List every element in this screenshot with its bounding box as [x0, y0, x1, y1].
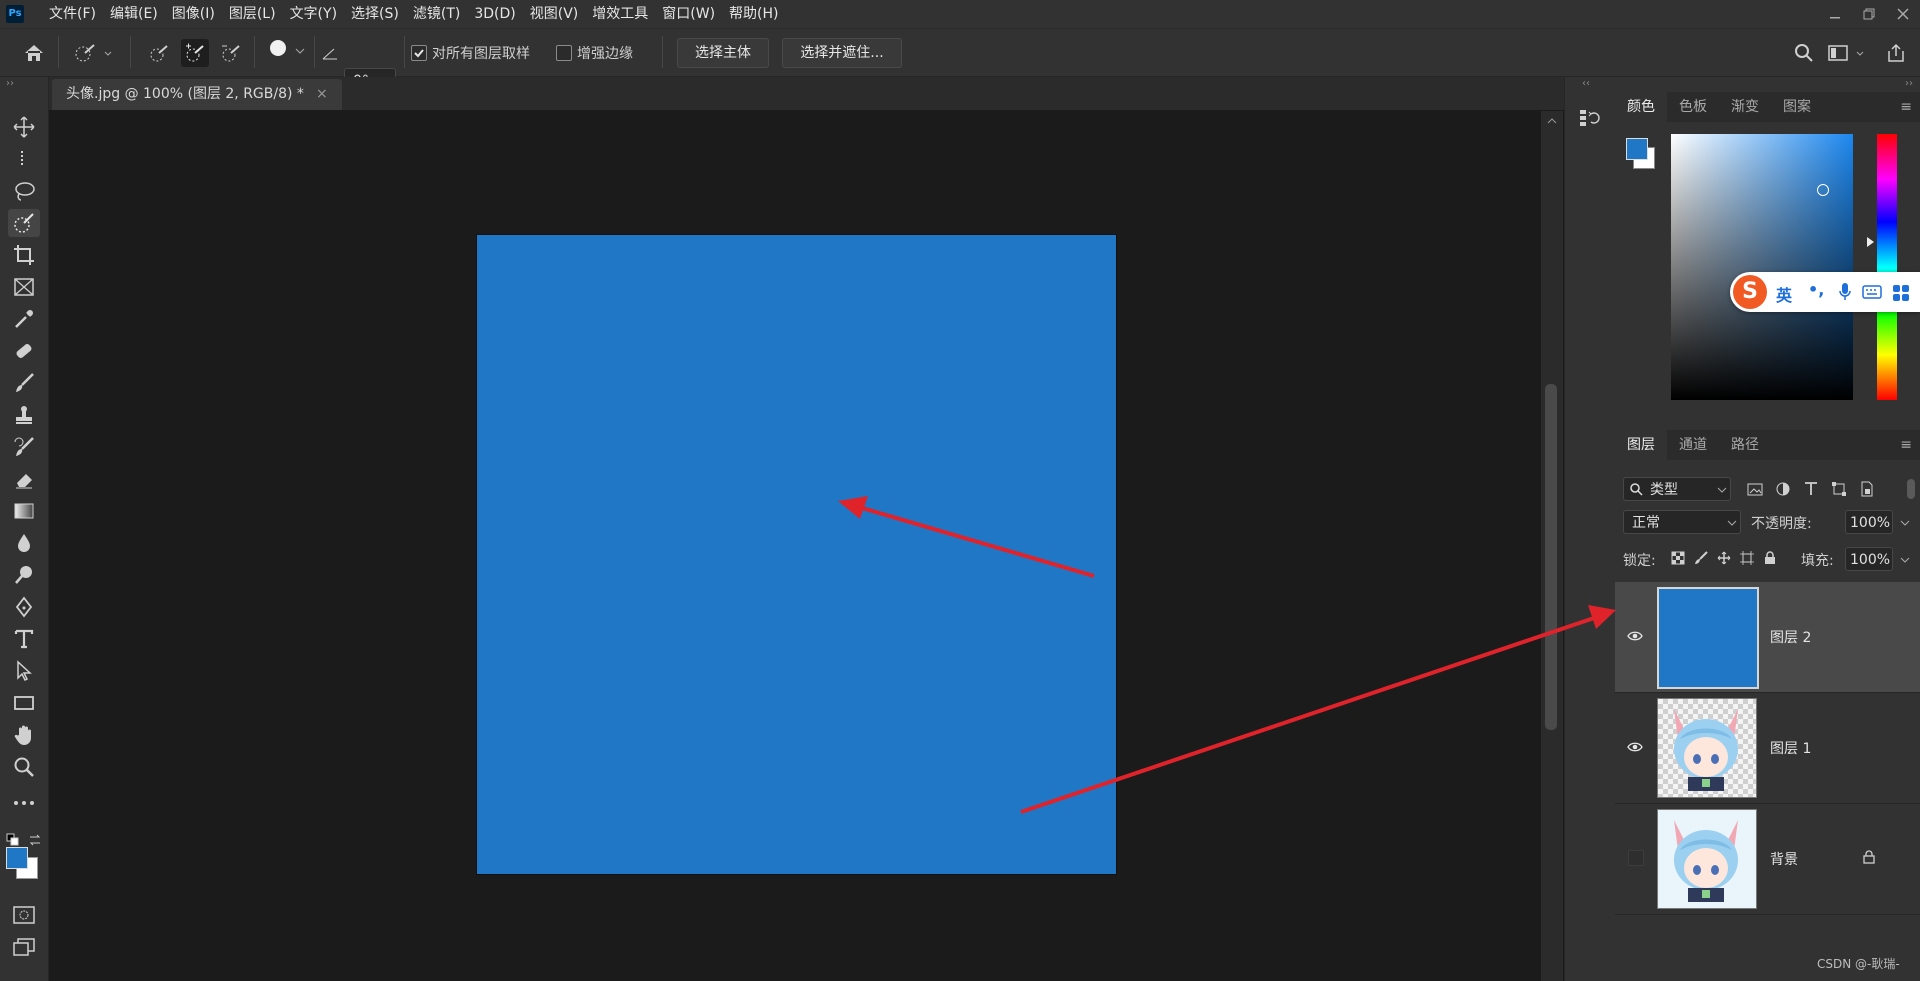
red-arrow-icon: [838, 496, 1095, 578]
red-arrow-icon: [1020, 605, 1616, 814]
annotation-arrows: [838, 496, 1616, 814]
